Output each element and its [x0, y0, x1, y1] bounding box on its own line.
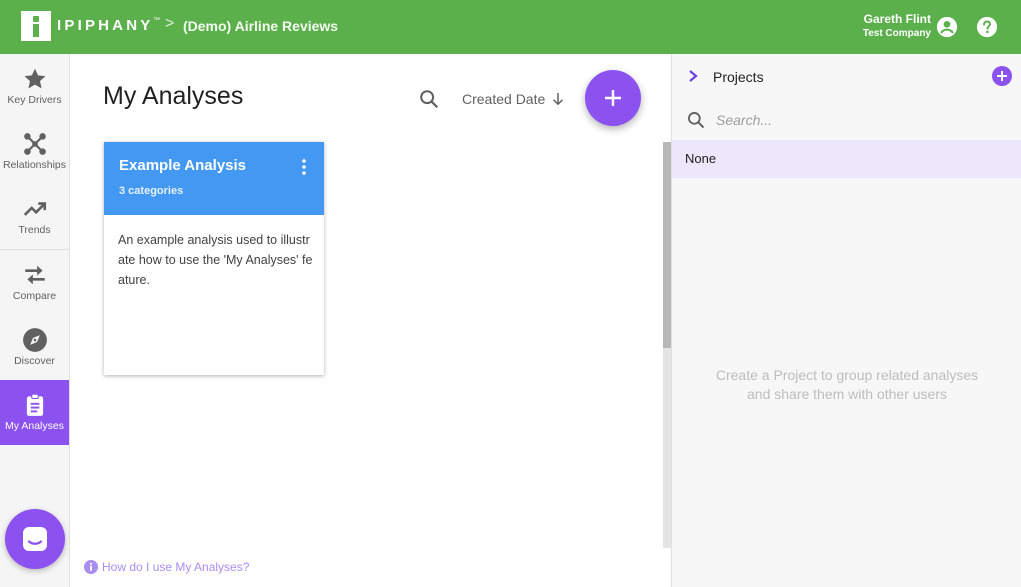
projects-search-input[interactable] [716, 109, 996, 131]
top-bar: IPIPHANY ™ > (Demo) Airline Reviews Gare… [0, 0, 1021, 54]
compass-icon [22, 328, 47, 352]
projects-empty-message-line1: Create a Project to group related analys… [715, 367, 979, 383]
nav-item-discover[interactable]: Discover [0, 315, 69, 380]
account-circle-icon[interactable] [936, 16, 958, 38]
plus-icon [997, 71, 1007, 81]
nav-label-relationships: Relationships [2, 159, 67, 171]
logo-dot [33, 16, 39, 22]
chat-icon [23, 527, 47, 551]
analysis-card[interactable]: Example Analysis 3 categories An example… [104, 142, 324, 375]
help-icon[interactable] [976, 16, 998, 38]
nav-label-compare: Compare [12, 290, 57, 302]
network-icon [23, 133, 46, 155]
help-link[interactable]: How do I use My Analyses? [84, 560, 249, 574]
analysis-card-subtitle: 3 categories [119, 185, 184, 197]
nav-item-relationships[interactable]: Relationships [0, 119, 69, 184]
projects-panel: Projects None Create a Project to group … [671, 54, 1021, 587]
logo-stem [33, 24, 39, 37]
swap-icon [24, 265, 45, 285]
chat-launcher-button[interactable] [5, 509, 65, 569]
more-vert-icon[interactable] [300, 158, 308, 176]
chevron-right-icon[interactable] [686, 68, 700, 84]
user-company: Test Company [862, 28, 931, 39]
ipiphany-logo[interactable] [21, 11, 51, 41]
projects-empty-message: Create a Project to group related analys… [672, 366, 1021, 404]
brand-name[interactable]: IPIPHANY [57, 17, 153, 34]
projects-empty-message-line2: and share them with other users [747, 386, 947, 402]
project-list-item-none[interactable]: None [672, 140, 1021, 178]
search-icon[interactable] [418, 88, 440, 110]
info-icon [84, 560, 98, 574]
help-link-text[interactable]: How do I use My Analyses? [102, 560, 249, 574]
add-analysis-button[interactable] [585, 70, 641, 126]
trending-up-icon [23, 202, 46, 216]
nav-item-trends[interactable]: Trends [0, 184, 69, 249]
clipboard-icon [26, 393, 43, 416]
star-icon [23, 68, 46, 89]
add-project-button[interactable] [992, 66, 1012, 86]
project-list-item-label: None [685, 151, 717, 166]
projects-title: Projects [713, 69, 764, 85]
nav-item-my-analyses[interactable]: My Analyses [0, 380, 69, 445]
nav-label-my-analyses: My Analyses [5, 420, 64, 432]
page-title: My Analyses [103, 82, 244, 110]
nav-item-compare[interactable]: Compare [0, 250, 69, 315]
breadcrumb-dataset[interactable]: (Demo) Airline Reviews [183, 18, 338, 34]
search-icon [688, 112, 705, 129]
arrow-down-icon[interactable] [549, 90, 567, 108]
left-navigation: Key Drivers Relationships Trends Compare… [0, 54, 70, 587]
analysis-card-title[interactable]: Example Analysis [119, 157, 246, 174]
plus-icon [605, 90, 621, 106]
breadcrumb-separator: > [165, 15, 175, 32]
main-content: My Analyses Created Date Example Analysi… [70, 54, 670, 587]
nav-label-key-drivers: Key Drivers [7, 94, 62, 106]
brand-trademark: ™ [153, 17, 160, 24]
scrollbar-thumb[interactable] [663, 142, 671, 348]
user-name[interactable]: Gareth Flint [864, 12, 931, 26]
nav-label-discover: Discover [14, 355, 55, 367]
analysis-card-description: An example analysis used to illustrate h… [118, 233, 313, 287]
nav-item-key-drivers[interactable]: Key Drivers [0, 54, 69, 119]
sort-by-created-date[interactable]: Created Date [462, 91, 545, 107]
nav-label-trends: Trends [18, 224, 51, 236]
analysis-card-header: Example Analysis 3 categories [104, 142, 324, 215]
